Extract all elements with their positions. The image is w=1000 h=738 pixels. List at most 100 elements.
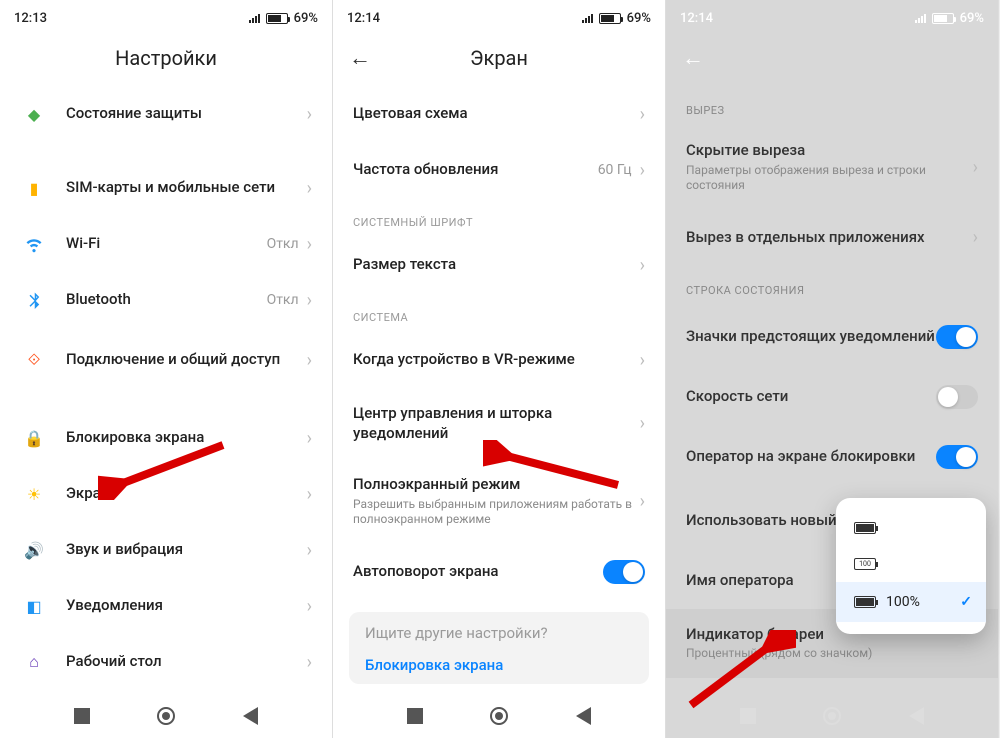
nav-back-button[interactable] <box>909 707 924 725</box>
chevron-icon <box>973 157 978 178</box>
battery-icon <box>932 13 954 24</box>
chevron-icon <box>640 160 645 181</box>
chevron-icon <box>640 255 645 276</box>
screen-settings-root: 12:13 69% Настройки ◆ Состояние защиты ▮… <box>0 0 333 738</box>
battery-icon <box>599 13 621 24</box>
lock-icon: 🔒 <box>20 424 48 452</box>
battery-indicator-popup: 100 100% ✓ <box>836 498 986 634</box>
section-statusbar: СТРОКА СОСТОЯНИЯ <box>666 266 998 305</box>
row-security-status[interactable]: ◆ Состояние защиты <box>0 86 332 142</box>
shield-icon: ◆ <box>20 100 48 128</box>
status-bar: 12:13 69% <box>0 0 332 30</box>
row-connection-sharing[interactable]: ⟐ Подключение и общий доступ <box>0 328 332 392</box>
row-label: Частота обновления <box>353 160 598 180</box>
popup-option-percent[interactable]: 100% ✓ <box>836 582 986 622</box>
chevron-icon <box>307 428 312 449</box>
row-home[interactable]: ⌂ Рабочий стол <box>0 634 332 690</box>
screen-statusbar-settings: 12:14 69% ← ВЫРЕЗ Скрытие выреза Парамет… <box>666 0 999 738</box>
chevron-icon <box>640 104 645 125</box>
row-sim-networks[interactable]: ▮ SIM-карты и мобильные сети <box>0 160 332 216</box>
row-hide-cutout[interactable]: Скрытие выреза Параметры отображения выр… <box>666 125 998 210</box>
row-label: Рабочий стол <box>66 652 307 672</box>
row-control-center[interactable]: Центр управления и шторка уведомлений <box>333 388 665 459</box>
status-time: 12:14 <box>680 11 713 26</box>
status-bar: 12:14 69% <box>333 0 665 30</box>
chevron-icon <box>307 350 312 371</box>
sound-icon: 🔊 <box>20 536 48 564</box>
home-icon: ⌂ <box>20 648 48 676</box>
back-button[interactable]: ← <box>349 45 371 71</box>
nav-back-button[interactable] <box>243 707 258 725</box>
popup-option-inside[interactable]: 100 <box>836 546 986 582</box>
row-fullscreen[interactable]: Полноэкранный режим Разрешить выбранным … <box>333 459 665 544</box>
navigation-bar <box>666 694 998 738</box>
notification-icons-toggle[interactable] <box>936 325 978 349</box>
row-sound[interactable]: 🔊 Звук и вибрация <box>0 522 332 578</box>
row-notification-icons[interactable]: Значки предстоящих уведомлений <box>666 305 998 369</box>
row-vr-mode[interactable]: Когда устройство в VR-режиме <box>333 332 665 388</box>
row-color-scheme[interactable]: Цветовая схема <box>333 86 665 142</box>
status-time: 12:14 <box>347 11 380 26</box>
row-label: Подключение и общий доступ <box>66 350 307 370</box>
battery-icon <box>266 13 288 24</box>
chevron-icon <box>307 596 312 617</box>
carrier-lockscreen-toggle[interactable] <box>936 445 978 469</box>
row-value: 60 Гц <box>598 162 632 178</box>
display-list: Цветовая схема Частота обновления 60 Гц … <box>333 86 665 694</box>
chevron-icon <box>307 104 312 125</box>
nav-recent-button[interactable] <box>740 708 756 724</box>
row-bluetooth[interactable]: Bluetooth Откл <box>0 272 332 328</box>
autorotate-toggle[interactable] <box>603 560 645 584</box>
chevron-icon <box>307 234 312 255</box>
row-display[interactable]: ☀ Экран <box>0 466 332 522</box>
bluetooth-icon <box>20 286 48 314</box>
row-label: Цветовая схема <box>353 104 640 124</box>
header: ← Экран <box>333 30 665 86</box>
row-label: Когда устройство в VR-режиме <box>353 350 640 370</box>
page-title: Настройки <box>115 46 217 70</box>
row-value: Откл <box>267 292 299 308</box>
header: Настройки <box>0 30 332 86</box>
nav-recent-button[interactable] <box>74 708 90 724</box>
screen-display-settings: 12:14 69% ← Экран Цветовая схема Частота… <box>333 0 666 738</box>
battery-full-icon <box>854 596 876 608</box>
nav-home-button[interactable] <box>490 707 508 725</box>
status-right: 69% <box>249 11 318 26</box>
nav-home-button[interactable] <box>157 707 175 725</box>
nav-back-button[interactable] <box>576 707 591 725</box>
network-speed-toggle[interactable] <box>936 385 978 409</box>
status-right: 69% <box>582 11 651 26</box>
chevron-icon <box>307 178 312 199</box>
chevron-icon <box>307 290 312 311</box>
signal-icon <box>249 14 260 23</box>
nav-recent-button[interactable] <box>407 708 423 724</box>
row-label: Состояние защиты <box>66 104 307 124</box>
popup-option-graphical[interactable] <box>836 510 986 546</box>
row-wallpaper[interactable]: ✿ Обои <box>0 690 332 694</box>
row-label: Вырез в отдельных приложениях <box>686 228 973 248</box>
row-lockscreen[interactable]: 🔒 Блокировка экрана <box>0 410 332 466</box>
row-label: Автоповорот экрана <box>353 562 603 582</box>
row-network-speed[interactable]: Скорость сети <box>666 369 998 425</box>
row-label: SIM-карты и мобильные сети <box>66 178 307 198</box>
battery-full-icon <box>854 522 876 534</box>
sim-icon: ▮ <box>20 174 48 202</box>
back-button[interactable]: ← <box>682 45 704 71</box>
row-refresh-rate[interactable]: Частота обновления 60 Гц <box>333 142 665 198</box>
chevron-icon <box>307 484 312 505</box>
row-label: Bluetooth <box>66 290 267 310</box>
chevron-icon <box>640 491 645 512</box>
search-suggestion-box[interactable]: Ищите другие настройки? Блокировка экран… <box>349 612 649 684</box>
row-notifications[interactable]: ◧ Уведомления <box>0 578 332 634</box>
row-text-size[interactable]: Размер текста <box>333 237 665 293</box>
chevron-icon <box>640 350 645 371</box>
row-autorotate[interactable]: Автоповорот экрана <box>333 544 665 600</box>
row-wifi[interactable]: Wi-Fi Откл <box>0 216 332 272</box>
row-label: Экран <box>66 484 307 504</box>
display-icon: ☀ <box>20 480 48 508</box>
share-icon: ⟐ <box>20 346 48 374</box>
nav-home-button[interactable] <box>823 707 841 725</box>
search-suggestion-link[interactable]: Блокировка экрана <box>365 656 633 674</box>
row-cutout-apps[interactable]: Вырез в отдельных приложениях <box>666 210 998 266</box>
row-carrier-lockscreen[interactable]: Оператор на экране блокировки <box>666 425 998 489</box>
